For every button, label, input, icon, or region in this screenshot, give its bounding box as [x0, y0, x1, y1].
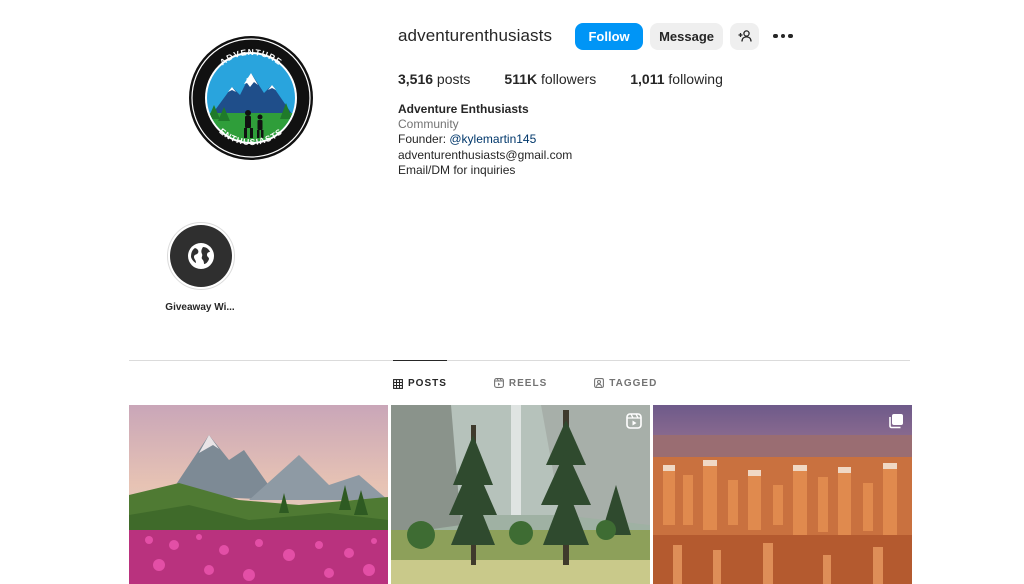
add-person-icon — [738, 30, 752, 42]
tab-tagged-label: TAGGED — [609, 377, 658, 389]
post-image-pine-valley — [391, 405, 650, 584]
post-tile[interactable] — [653, 405, 912, 584]
message-button[interactable]: Message — [650, 22, 724, 50]
adventure-enthusiasts-logo: ADVENTURE ENTHUSIASTS — [189, 36, 313, 160]
carousel-icon — [889, 414, 903, 429]
reels-icon — [626, 413, 642, 429]
story-highlight[interactable]: Giveaway Wi... — [165, 222, 236, 313]
posts-stat: 3,516 posts — [398, 71, 471, 87]
profile-avatar[interactable]: ADVENTURE ENTHUSIASTS — [188, 35, 314, 161]
profile-actions-row: adventurenthusiasts Follow Message — [398, 20, 918, 52]
post-tile[interactable] — [391, 405, 650, 584]
tab-reels-label: REELS — [508, 377, 548, 389]
bio-note: Email/DM for inquiries — [398, 162, 516, 177]
posts-grid — [129, 405, 912, 584]
grid-icon — [393, 378, 403, 389]
profile-header: adventurenthusiasts Follow Message 3,516… — [398, 20, 918, 178]
tab-reels[interactable]: REELS — [493, 360, 548, 406]
profile-tabs: POSTS REELS TAGGED — [393, 360, 704, 406]
tagged-icon — [594, 378, 605, 388]
post-image-mountain-wildflowers — [129, 405, 388, 584]
tab-tagged[interactable]: TAGGED — [594, 360, 657, 406]
bio-email: adventurenthusiasts@gmail.com — [398, 147, 573, 162]
tab-posts[interactable]: POSTS — [393, 360, 447, 406]
profile-stats: 3,516 posts 511K followers 1,011 followi… — [398, 71, 918, 87]
tab-posts-label: POSTS — [408, 378, 447, 389]
bio-founder-line: Founder: @kylemartin145 — [398, 132, 537, 147]
follow-button[interactable]: Follow — [575, 22, 644, 50]
profile-bio: Adventure Enthusiasts Community Founder:… — [398, 102, 918, 178]
reels-icon — [493, 378, 504, 388]
suggested-users-button[interactable] — [730, 22, 760, 50]
globe-icon — [188, 243, 214, 269]
profile-category: Community — [398, 117, 459, 132]
highlight-cover — [170, 225, 232, 287]
highlight-ring — [167, 222, 235, 290]
following-stat[interactable]: 1,011 following — [630, 71, 723, 87]
post-tile[interactable] — [129, 405, 388, 584]
more-options-icon[interactable] — [773, 33, 793, 39]
username: adventurenthusiasts — [398, 26, 553, 45]
followers-stat[interactable]: 511K followers — [504, 71, 596, 87]
highlight-label: Giveaway Wi... — [165, 302, 235, 313]
profile-display-name: Adventure Enthusiasts — [398, 102, 529, 116]
post-image-red-rock-canyon — [653, 405, 912, 584]
founder-mention-link[interactable]: @kylemartin145 — [449, 132, 536, 146]
